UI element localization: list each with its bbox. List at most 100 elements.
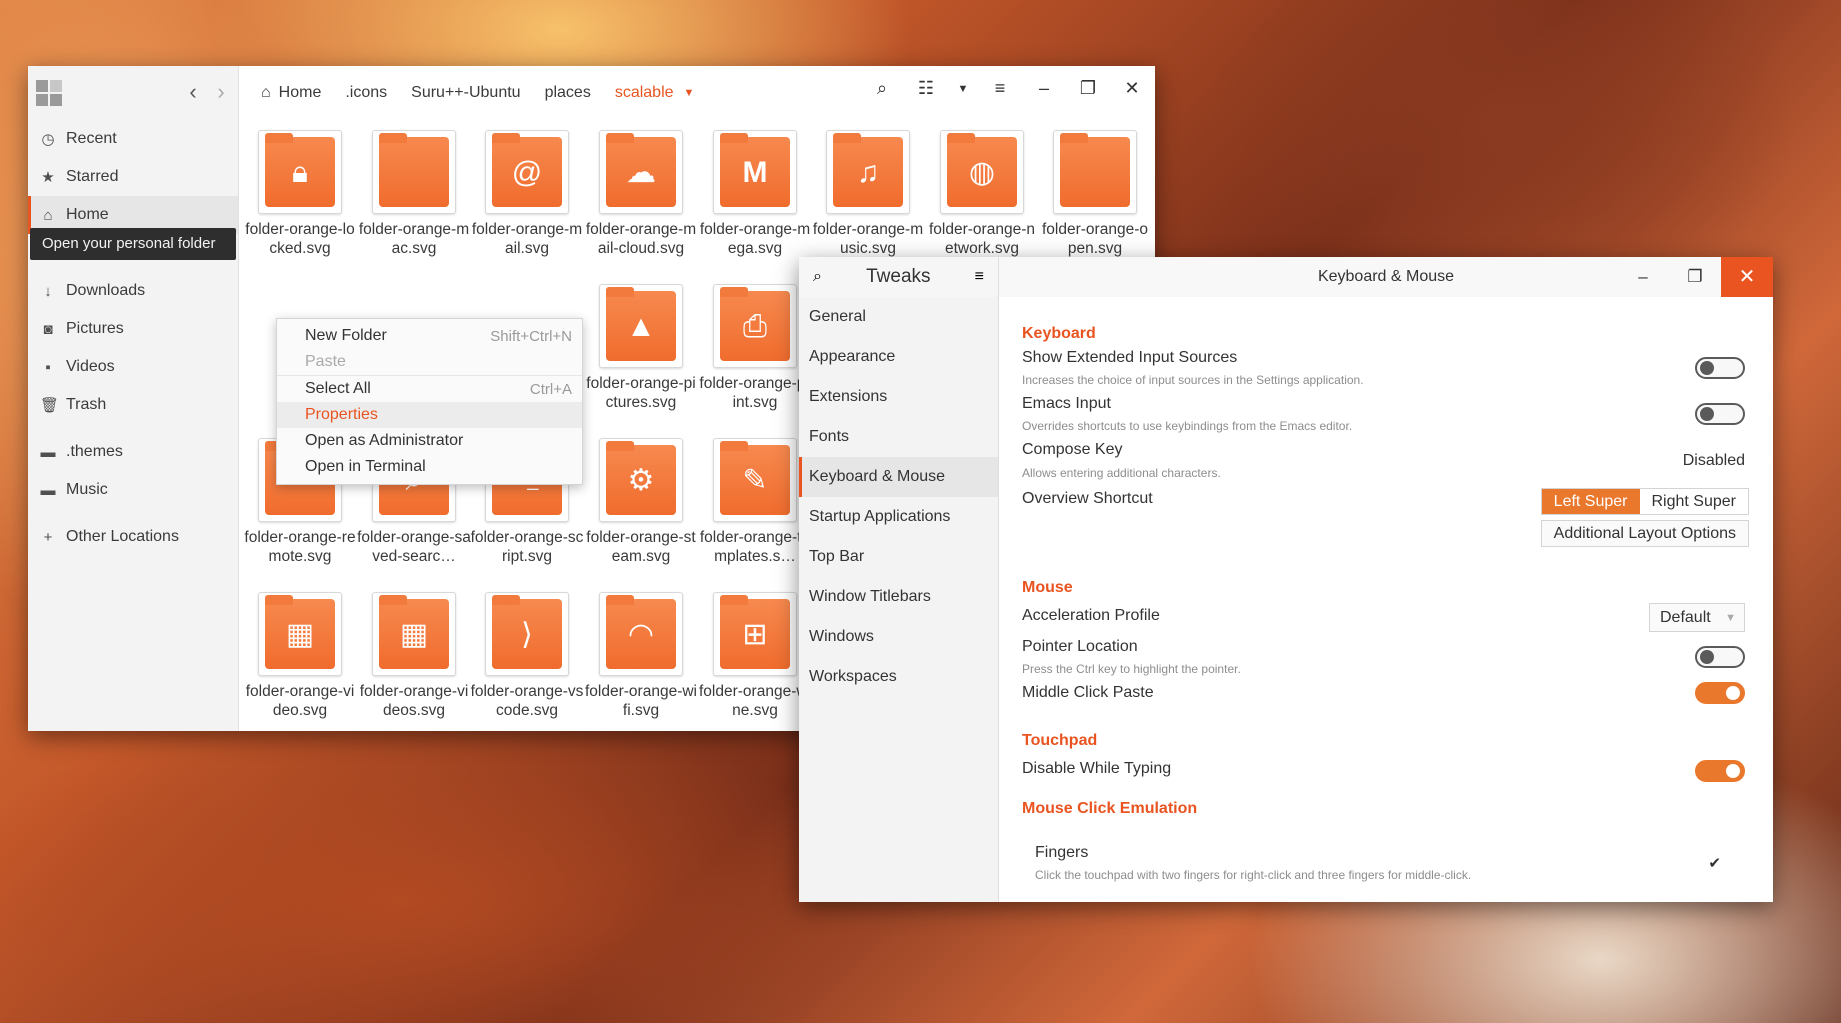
tweaks-nav-window-titlebars[interactable]: Window Titlebars — [799, 577, 998, 617]
home-icon: ⌂ — [43, 206, 53, 224]
tweaks-nav-startup[interactable]: Startup Applications — [799, 497, 998, 537]
middle-paste-toggle[interactable] — [1695, 682, 1745, 704]
cloud-icon: ☁ — [606, 133, 676, 207]
tweaks-nav-top-bar[interactable]: Top Bar — [799, 537, 998, 577]
context-menu: New Folder Shift+Ctrl+N Paste Select All C… — [276, 318, 583, 485]
sidebar-item-pictures[interactable]: ◙ Pictures — [28, 310, 238, 348]
tweaks-nav-appearance[interactable]: Appearance — [799, 337, 998, 377]
menu-icon[interactable]: ≡ — [975, 268, 984, 286]
menu-item-open-terminal[interactable]: Open in Terminal — [277, 454, 582, 480]
trash-icon: 🗑 — [40, 397, 60, 414]
breadcrumb-scalable[interactable]: scalable ▼ — [615, 84, 695, 102]
tweaks-nav-keyboard-mouse[interactable]: Keyboard & Mouse — [799, 457, 998, 497]
pointer-desc: Press the Ctrl key to highlight the poin… — [1022, 662, 1241, 676]
search-icon[interactable]: ⌕ — [869, 78, 895, 99]
section-mouse: Mouse — [1022, 579, 1073, 596]
menu-icon[interactable]: ≡ — [987, 78, 1013, 99]
templates-icon: ✎ — [720, 441, 790, 515]
menu-item-new-folder[interactable]: New Folder Shift+Ctrl+N — [277, 323, 582, 349]
breadcrumb-home[interactable]: ⌂ Home — [261, 84, 321, 102]
globe-icon: ◍ — [947, 133, 1017, 207]
sidebar-item-label: Recent — [66, 130, 117, 147]
tweaks-nav-general[interactable]: General — [799, 297, 998, 337]
search-icon[interactable]: ⌕ — [813, 268, 822, 286]
home-icon: ⌂ — [261, 84, 271, 101]
file-item[interactable]: ◠ folder-orange-wifi.svg — [584, 592, 698, 720]
pointer-toggle[interactable] — [1695, 646, 1745, 668]
sidebar-item-music[interactable]: ▬ Music — [28, 471, 238, 509]
sidebar-item-other-locations[interactable]: + Other Locations — [28, 518, 238, 556]
folder-open-icon — [1060, 133, 1130, 207]
file-item[interactable]: ▦ folder-orange-video.svg — [243, 592, 357, 720]
menu-item-select-all[interactable]: Select All Ctrl+A — [277, 376, 582, 402]
apps-grid-icon[interactable] — [36, 80, 62, 106]
minimize-icon[interactable]: – — [1617, 257, 1669, 297]
ext-sources-toggle[interactable] — [1695, 357, 1745, 379]
tweaks-nav-workspaces[interactable]: Workspaces — [799, 657, 998, 697]
tweaks-nav-fonts[interactable]: Fonts — [799, 417, 998, 457]
file-item[interactable]: 🔒︎ folder-orange-locked.svg — [243, 130, 357, 258]
breadcrumb-places[interactable]: places — [545, 84, 591, 102]
right-super-option[interactable]: Right Super — [1640, 489, 1749, 514]
compose-value[interactable]: Disabled — [1683, 452, 1745, 470]
file-item[interactable]: ⎙ folder-orange-print.svg — [698, 284, 812, 412]
maximize-icon[interactable]: ❐ — [1075, 78, 1101, 99]
sidebar-item-videos[interactable]: ▪ Videos — [28, 348, 238, 386]
app-title: Tweaks — [866, 266, 931, 287]
file-item[interactable]: ♫ folder-orange-music.svg — [811, 130, 925, 258]
additional-layout-button[interactable]: Additional Layout Options — [1540, 520, 1749, 547]
file-item[interactable]: ⊞ folder-orange-wine.svg — [698, 592, 812, 720]
view-list-icon[interactable]: ☷ — [913, 78, 939, 99]
sidebar-item-themes[interactable]: ▬ .themes — [28, 433, 238, 471]
left-super-option[interactable]: Left Super — [1541, 489, 1640, 514]
dwt-label: Disable While Typing — [1022, 760, 1172, 777]
chevron-down-icon[interactable]: ▼ — [957, 83, 969, 95]
vscode-icon: ⟩ — [492, 595, 562, 669]
close-icon[interactable]: ✕ — [1119, 78, 1145, 99]
header-actions: ⌕ ☷ ▼ ≡ – ❐ ✕ — [869, 78, 1145, 99]
sidebar-item-starred[interactable]: ★ Starred — [28, 158, 238, 196]
file-item[interactable]: @ folder-orange-mail.svg — [470, 130, 584, 258]
file-item[interactable]: ⚙ folder-orange-steam.svg — [584, 438, 698, 566]
files-sidebar: ‹ › ◷ Recent ★ Starred ⌂ Home ↓ Downloads ◙ P… — [28, 66, 239, 731]
file-item[interactable]: ⟩ folder-orange-vscode.svg — [470, 592, 584, 720]
file-item[interactable]: Mfolder-orange-mega.svg — [698, 130, 812, 258]
sidebar-item-downloads[interactable]: ↓ Downloads — [28, 272, 238, 310]
chevron-down-icon: ▼ — [1725, 612, 1736, 624]
star-icon: ★ — [41, 169, 55, 186]
file-item[interactable]: ▲ folder-orange-pictures.svg — [584, 284, 698, 412]
breadcrumb-suru[interactable]: Suru++-Ubuntu — [411, 84, 520, 102]
sidebar-item-label: Trash — [66, 396, 107, 413]
file-item[interactable]: ◍ folder-orange-network.svg — [925, 130, 1039, 258]
tweaks-nav-windows[interactable]: Windows — [799, 617, 998, 657]
dwt-toggle[interactable] — [1695, 760, 1745, 782]
sidebar-item-recent[interactable]: ◷ Recent — [28, 120, 238, 158]
file-item[interactable]: folder-orange-open.svg — [1038, 130, 1152, 258]
forward-button[interactable]: › — [206, 78, 236, 108]
menu-item-properties[interactable]: Properties — [277, 402, 582, 428]
window-controls: – ❐ ✕ — [1617, 257, 1773, 297]
menu-item-paste[interactable]: Paste — [277, 349, 582, 375]
back-button[interactable]: ‹ — [178, 78, 208, 108]
chevron-down-icon: ▼ — [683, 87, 695, 99]
file-item[interactable]: ✎ folder-orange-templates.s… — [698, 438, 812, 566]
file-item[interactable]: ▦ folder-orange-videos.svg — [357, 592, 471, 720]
plus-icon: + — [43, 528, 53, 546]
accel-combo[interactable]: Default ▼ — [1649, 603, 1745, 632]
ext-sources-label: Show Extended Input Sources — [1022, 349, 1238, 366]
wifi-icon: ◠ — [606, 595, 676, 669]
menu-item-open-admin[interactable]: Open as Administrator — [277, 428, 582, 454]
tweaks-nav-extensions[interactable]: Extensions — [799, 377, 998, 417]
close-icon[interactable]: ✕ — [1721, 257, 1773, 297]
windows-icon: ⊞ — [720, 595, 790, 669]
sidebar-item-trash[interactable]: 🗑 Trash — [28, 386, 238, 424]
file-item[interactable]: ☁ folder-orange-mail-cloud.svg — [584, 130, 698, 258]
maximize-icon[interactable]: ❐ — [1669, 257, 1721, 297]
music-note-icon: ♫ — [833, 133, 903, 207]
section-touchpad: Touchpad — [1022, 732, 1098, 749]
emacs-toggle[interactable] — [1695, 403, 1745, 425]
minimize-icon[interactable]: – — [1031, 78, 1057, 99]
steam-icon: ⚙ — [606, 441, 676, 515]
file-item[interactable]: folder-orange-mac.svg — [357, 130, 471, 258]
breadcrumb-icons[interactable]: .icons — [345, 84, 387, 102]
